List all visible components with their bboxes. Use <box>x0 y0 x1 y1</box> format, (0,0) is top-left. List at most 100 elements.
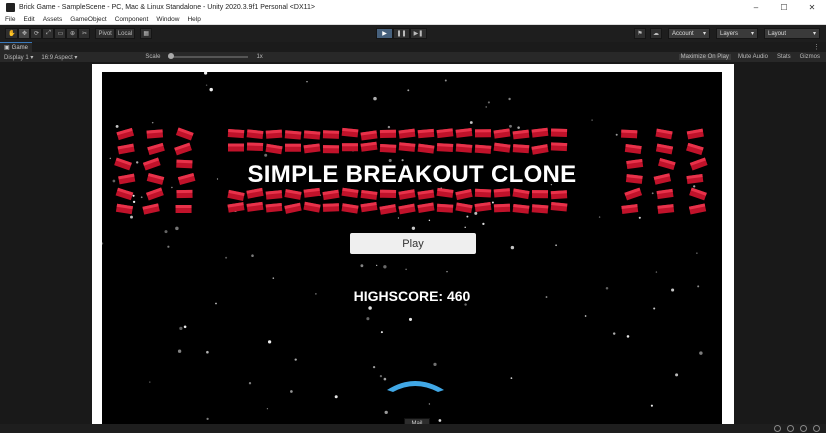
star <box>615 133 618 136</box>
star <box>638 216 641 219</box>
layout-dropdown[interactable]: Layout ▾ <box>764 28 820 39</box>
chevron-down-icon: ▾ <box>812 31 816 37</box>
status-icon[interactable] <box>774 425 781 432</box>
hand-tool-icon[interactable]: ✋ <box>5 28 19 39</box>
pause-button[interactable]: ❚❚ <box>393 28 410 39</box>
star <box>251 254 254 257</box>
star <box>290 390 293 393</box>
brick <box>322 130 340 139</box>
close-button[interactable]: ✕ <box>798 3 826 12</box>
brick <box>265 143 283 155</box>
highscore-text: HIGHSCORE: 460 <box>353 288 471 304</box>
menu-bar: File Edit Assets GameObject Component Wi… <box>0 14 826 25</box>
star <box>446 270 448 273</box>
star <box>264 153 268 157</box>
menu-window[interactable]: Window <box>156 16 179 23</box>
cloud-icon[interactable]: ☁ <box>650 28 662 39</box>
brick <box>360 189 378 200</box>
brick <box>246 187 264 199</box>
menu-file[interactable]: File <box>5 16 15 23</box>
brick <box>303 143 321 154</box>
star <box>368 306 372 310</box>
star <box>115 124 119 128</box>
star <box>509 124 512 128</box>
transform-tool-icon[interactable]: ⊕ <box>66 28 79 39</box>
star <box>464 226 466 229</box>
brick <box>550 190 568 200</box>
local-toggle[interactable]: Local <box>114 28 136 39</box>
star <box>491 201 494 204</box>
star <box>598 216 601 218</box>
brick <box>117 143 135 155</box>
mute-audio-toggle[interactable]: Mute Audio <box>736 54 770 60</box>
brick <box>360 130 378 141</box>
star <box>203 72 208 75</box>
rect-tool-icon[interactable]: ▭ <box>54 28 67 39</box>
move-tool-icon[interactable]: ✥ <box>18 28 31 39</box>
menu-help[interactable]: Help <box>187 16 200 23</box>
rotate-tool-icon[interactable]: ⟳ <box>30 28 43 39</box>
scale-slider[interactable] <box>168 53 249 59</box>
brick <box>398 189 416 200</box>
brick <box>531 204 549 214</box>
status-icon[interactable] <box>813 425 820 432</box>
brick <box>115 203 133 215</box>
star <box>444 79 447 82</box>
status-icon[interactable] <box>800 425 807 432</box>
star <box>206 350 209 354</box>
scale-slider-thumb[interactable] <box>168 53 175 59</box>
aspect-dropdown[interactable]: 16:9 Aspect ▾ <box>41 54 77 61</box>
brick <box>174 142 192 156</box>
brick <box>417 143 435 154</box>
play-button[interactable]: Play <box>350 233 476 254</box>
star <box>372 365 376 369</box>
brick <box>379 204 397 215</box>
brick <box>493 188 511 198</box>
game-title: SIMPLE BREAKOUT CLONE <box>247 161 577 188</box>
more-options-icon[interactable]: ⋮ <box>813 43 820 51</box>
brick <box>322 203 340 212</box>
menu-gameobject[interactable]: GameObject <box>70 16 107 23</box>
brick <box>341 127 359 138</box>
step-button[interactable]: ▶❚ <box>410 28 427 39</box>
account-dropdown[interactable]: Account ▾ <box>668 28 710 39</box>
gizmos-dropdown[interactable]: Gizmos <box>798 54 822 60</box>
star <box>466 215 469 218</box>
menu-assets[interactable]: Assets <box>43 16 63 23</box>
brick <box>417 128 435 139</box>
star <box>164 230 168 234</box>
star <box>411 226 416 230</box>
grid-snap-icon[interactable]: ▦ <box>140 28 153 39</box>
status-icon[interactable] <box>787 425 794 432</box>
brick <box>656 188 674 200</box>
maximize-button[interactable]: ☐ <box>770 3 798 12</box>
play-mode-button[interactable]: ▶ <box>376 28 393 39</box>
layers-dropdown[interactable]: Layers ▾ <box>716 28 758 39</box>
pivot-toggle[interactable]: Pivot <box>95 28 115 39</box>
brick <box>227 128 245 139</box>
brick <box>512 188 530 200</box>
brick <box>655 128 673 140</box>
collab-icon[interactable]: ⚑ <box>634 28 646 39</box>
brick <box>686 142 704 156</box>
scale-tool-icon[interactable]: ⤢ <box>42 28 55 39</box>
game-canvas: SIMPLE BREAKOUT CLONE Play HIGHSCORE: 46… <box>102 72 722 424</box>
star <box>149 381 151 383</box>
star <box>366 317 370 321</box>
star <box>266 408 269 410</box>
star <box>433 362 437 367</box>
brick <box>455 188 473 201</box>
custom-tool-icon[interactable]: ✂ <box>78 28 91 39</box>
display-dropdown[interactable]: Display 1 ▾ <box>4 54 33 61</box>
brick <box>146 187 164 201</box>
menu-edit[interactable]: Edit <box>23 16 34 23</box>
minimize-button[interactable]: – <box>742 3 770 12</box>
star <box>360 264 364 268</box>
chevron-down-icon: ▾ <box>702 31 706 37</box>
maximize-on-play-toggle[interactable]: Maximize On Play <box>678 54 731 60</box>
menu-component[interactable]: Component <box>115 16 149 23</box>
brick <box>512 144 530 154</box>
brick <box>176 189 193 199</box>
stats-toggle[interactable]: Stats <box>775 54 793 60</box>
tab-game[interactable]: ▣ Game <box>0 42 33 52</box>
